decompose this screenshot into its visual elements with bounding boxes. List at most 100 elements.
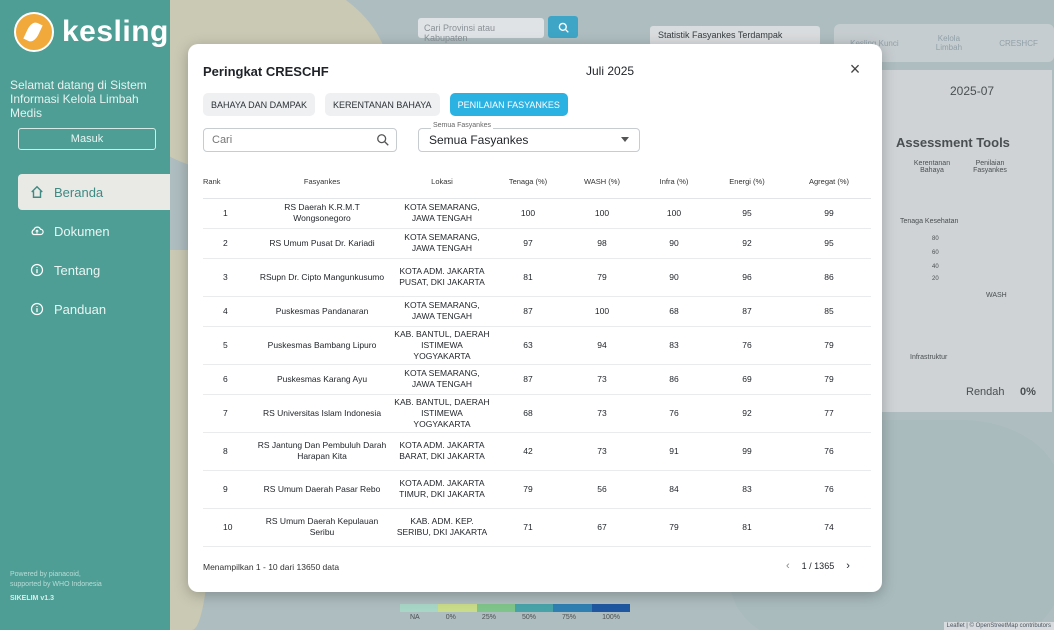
map-search-button[interactable] [548,16,578,38]
chevron-down-icon [621,137,629,142]
cell-tenaga: 81 [493,258,563,297]
cell-rank: 2 [203,228,253,259]
filter-value: Semua Fasyankes [429,133,529,147]
cloud-icon [31,226,44,236]
cell-lokasi: KAB. ADM. KEP. SERIBU, DKI JAKARTA [391,508,493,547]
table-row[interactable]: 1 RS Daerah K.R.M.T Wongsonegoro KOTA SEMA… [203,198,871,229]
version-label: SIKELIM v1.3 [10,595,54,602]
sidebar-nav: Beranda Dokumen Tentang Panduan [18,174,170,330]
cell-agregat: 99 [787,198,871,229]
chevron-right-icon[interactable]: › [846,560,850,572]
sidebar-item-label: Tentang [54,262,101,278]
cell-tenaga: 97 [493,228,563,259]
cell-rank: 7 [203,394,253,433]
close-icon[interactable]: × [846,60,864,78]
col-header-tenaga[interactable]: Tenaga (%) [493,166,563,199]
sidebar: kesling Selamat datang di Sistem Informa… [0,0,170,630]
cell-fasyankes: RS Umum Pusat Dr. Kariadi [253,228,391,259]
cell-infra: 100 [641,198,707,229]
cell-infra: 90 [641,228,707,259]
table-row[interactable]: 2 RS Umum Pusat Dr. Kariadi KOTA SEMARANG,… [203,228,871,259]
col-header-rank[interactable]: Rank [203,166,253,199]
cell-wash: 73 [563,394,641,433]
date-select[interactable]: 2025-07 [950,84,994,98]
cell-wash: 56 [563,470,641,509]
cell-tenaga: 68 [493,394,563,433]
stat-toggle[interactable]: Statistik Fasyankes Terdampak [650,26,820,46]
footer-support: supported by WHO Indonesia [10,581,102,588]
col-header-lokasi[interactable]: Lokasi [391,166,493,199]
map-search-input[interactable]: Cari Provinsi atau Kabupaten [418,18,544,43]
radar-label-infra: Infrastruktur [910,354,948,361]
cell-rank: 9 [203,470,253,509]
sidebar-item-beranda[interactable]: Beranda [18,174,170,210]
col-header-infra[interactable]: Infra (%) [641,166,707,199]
tab-creshcf[interactable]: CRESHCF [999,39,1038,48]
cell-lokasi: KOTA SEMARANG, JAWA TENGAH [391,228,493,259]
cell-lokasi: KOTA ADM. JAKARTA TIMUR, DKI JAKARTA [391,470,493,509]
tools-tab-kerentanan[interactable]: Kerentanan Bahaya [912,160,952,174]
sidebar-item-panduan[interactable]: Panduan [18,291,170,327]
table-row[interactable]: 7 RS Universitas Islam Indonesia KAB. BANT… [203,394,871,433]
cell-tenaga: 63 [493,326,563,365]
pagination: ‹ 1 / 1365 › [786,560,850,572]
leaf-icon [14,12,54,52]
tab-kerentanan-bahaya[interactable]: KERENTANAN BAHAYA [325,93,440,116]
cell-fasyankes: RS Jantung Dan Pembuluh Darah Harapan Ki… [253,432,391,471]
cell-fasyankes: Puskesmas Bambang Lipuro [253,326,391,365]
radar-tick: 40 [932,264,939,270]
cell-energi: 81 [707,508,787,547]
cell-tenaga: 100 [493,198,563,229]
table-row[interactable]: 3 RSupn Dr. Cipto Mangunkusumo KOTA ADM. J… [203,258,871,297]
tab-penilaian-fasyankes[interactable]: PENILAIAN FASYANKES [449,93,568,116]
table-row[interactable]: 10 RS Umum Daerah Kepulauan Seribu KAB. AD… [203,508,871,547]
chevron-left-icon[interactable]: ‹ [786,560,790,572]
cell-rank: 3 [203,258,253,297]
cell-tenaga: 42 [493,432,563,471]
cell-energi: 92 [707,394,787,433]
cell-energi: 95 [707,198,787,229]
fasyankes-filter-select[interactable]: Semua Fasyankes Semua Fasyankes [418,122,640,152]
modal-tabs: BAHAYA DAN DAMPAK KERENTANAN BAHAYA PENI… [203,93,568,116]
cell-infra: 90 [641,258,707,297]
footer-credit: Powered by pianacoid, [10,571,81,578]
col-header-fasyankes[interactable]: Fasyankes [253,166,391,199]
table-row[interactable]: 8 RS Jantung Dan Pembuluh Darah Harapan K… [203,432,871,471]
table-row[interactable]: 5 Puskesmas Bambang Lipuro KAB. BANTUL, DA… [203,326,871,365]
legend-label: 100% [602,614,620,621]
legend-label: 0% [445,614,456,621]
col-header-energi[interactable]: Energi (%) [707,166,787,199]
map-attribution[interactable]: Leaflet | © OpenStreetMap contributors [943,622,1054,630]
radar-tick: 60 [932,250,939,256]
cell-fasyankes: Puskesmas Karang Ayu [253,364,391,395]
search-input[interactable]: Cari [203,128,397,152]
cell-tenaga: 87 [493,296,563,327]
logo[interactable]: kesling [14,12,169,52]
cell-fasyankes: RS Umum Daerah Kepulauan Seribu [253,508,391,547]
cell-wash: 98 [563,228,641,259]
col-header-agregat[interactable]: Agregat (%) [787,166,871,199]
tab-kelola-limbah[interactable]: Kelola Limbah [931,34,967,52]
cell-fasyankes: RSupn Dr. Cipto Mangunkusumo [253,258,391,297]
tools-tab-penilaian[interactable]: Penilaian Fasyankes [968,160,1012,174]
col-header-wash[interactable]: WASH (%) [563,166,641,199]
table-row[interactable]: 9 RS Umum Daerah Pasar Rebo KOTA ADM. JAKA… [203,470,871,509]
info-icon [30,302,44,316]
cell-fasyankes: RS Universitas Islam Indonesia [253,394,391,433]
cell-energi: 83 [707,470,787,509]
cell-rank: 6 [203,364,253,395]
cell-infra: 84 [641,470,707,509]
cell-energi: 69 [707,364,787,395]
login-button[interactable]: Masuk [18,128,156,150]
sidebar-item-tentang[interactable]: Tentang [18,252,170,288]
sidebar-item-dokumen[interactable]: Dokumen [18,213,170,249]
table-row[interactable]: 4 Puskesmas Pandanaran KOTA SEMARANG, JAWA… [203,296,871,327]
table-row[interactable]: 6 Puskesmas Karang Ayu KOTA SEMARANG, JAWA… [203,364,871,395]
home-icon [31,185,43,198]
cell-energi: 96 [707,258,787,297]
cell-wash: 94 [563,326,641,365]
legend-label: NA [410,614,420,621]
tab-bahaya-dampak[interactable]: BAHAYA DAN DAMPAK [203,93,316,116]
cell-infra: 91 [641,432,707,471]
cell-agregat: 76 [787,470,871,509]
